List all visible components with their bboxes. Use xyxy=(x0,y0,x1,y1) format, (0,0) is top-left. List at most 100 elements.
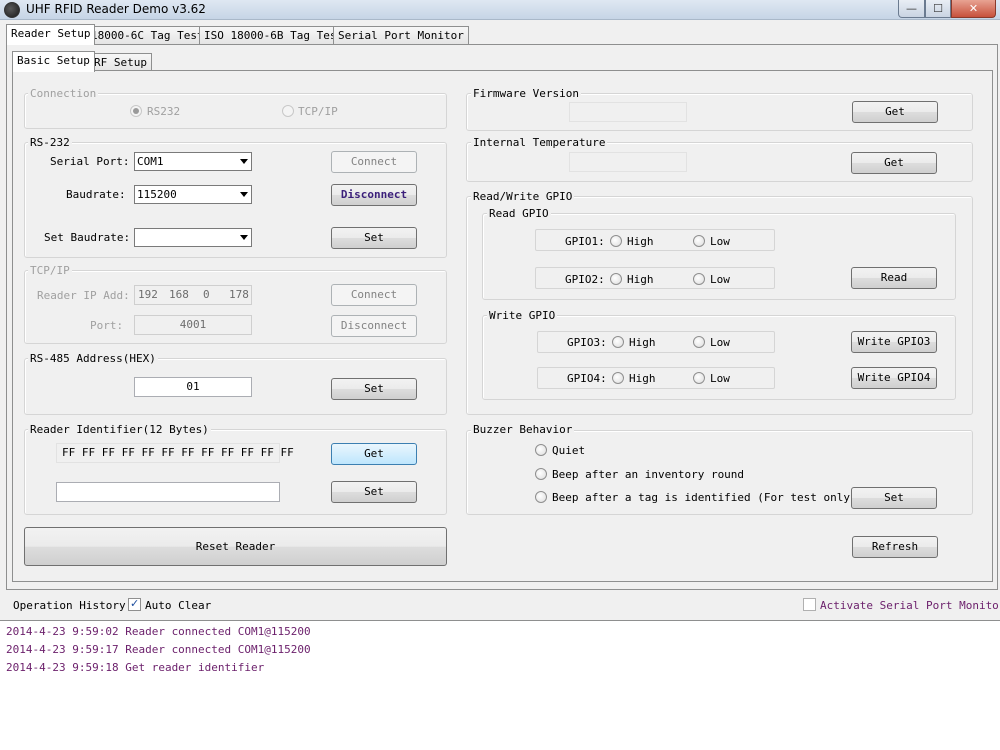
tcp-disconnect-button[interactable]: Disconnect xyxy=(331,315,417,337)
gpio2-label: GPIO2: xyxy=(565,273,605,286)
temperature-get-button[interactable]: Get xyxy=(851,152,937,174)
serial-port-select[interactable]: COM1 xyxy=(134,152,252,171)
auto-clear-checkbox[interactable] xyxy=(128,597,141,611)
connect-button[interactable]: Connect xyxy=(331,151,417,173)
serial-port-label: Serial Port: xyxy=(50,155,130,168)
firmware-legend: Firmware Version xyxy=(471,87,581,100)
chevron-down-icon xyxy=(240,159,248,164)
buzzer-quiet-radio[interactable] xyxy=(535,444,547,456)
minimize-button[interactable]: — xyxy=(898,0,925,18)
gpio1-low-label: Low xyxy=(710,235,730,248)
reader-identifier-value: FF FF FF FF FF FF FF FF FF FF FF FF xyxy=(56,443,294,463)
chevron-down-icon xyxy=(240,235,248,240)
operation-history-label: Operation History: xyxy=(13,599,133,612)
gpio4-low-radio[interactable] xyxy=(693,372,705,384)
gpio-legend: Read/Write GPIO xyxy=(471,190,575,203)
rs485-legend: RS-485 Address(HEX) xyxy=(28,352,158,365)
ip-octet-1: 192 xyxy=(138,288,158,301)
temperature-field xyxy=(569,152,687,172)
buzzer-inventory-radio[interactable] xyxy=(535,468,547,480)
buzzer-tag-radio[interactable] xyxy=(535,491,547,503)
gpio4-label: GPIO4: xyxy=(567,372,607,385)
firmware-get-button[interactable]: Get xyxy=(852,101,938,123)
set-baudrate-select[interactable] xyxy=(134,228,252,247)
log-line: 2014-4-23 9:59:17 Reader connected COM1@… xyxy=(6,643,311,656)
gpio4-low-label: Low xyxy=(710,372,730,385)
identifier-set-button[interactable]: Set xyxy=(331,481,417,503)
buzzer-inventory-label: Beep after an inventory round xyxy=(552,468,745,481)
identifier-input[interactable] xyxy=(56,482,280,502)
serial-port-value: COM1 xyxy=(137,155,164,168)
log-line: 2014-4-23 9:59:18 Get reader identifier xyxy=(6,661,265,674)
close-button[interactable]: ✕ xyxy=(951,0,996,18)
reader-ip-field[interactable]: 192 168 0 178 xyxy=(134,285,252,305)
tcp-connect-button[interactable]: Connect xyxy=(331,284,417,306)
activate-monitor-checkbox[interactable] xyxy=(803,598,816,611)
activate-monitor-label: Activate Serial Port Monitor xyxy=(820,599,1000,612)
gpio2-high-radio[interactable] xyxy=(610,273,622,285)
gpio3-high-radio[interactable] xyxy=(612,336,624,348)
operation-history-log[interactable]: 2014-4-23 9:59:02 Reader connected COM1@… xyxy=(0,620,1000,750)
set-baudrate-button[interactable]: Set xyxy=(331,227,417,249)
read-gpio-legend: Read GPIO xyxy=(487,207,551,220)
write-gpio3-button[interactable]: Write GPIO3 xyxy=(851,331,937,353)
gpio1-label: GPIO1: xyxy=(565,235,605,248)
tcpip-radio[interactable] xyxy=(282,105,294,117)
tcpip-legend: TCP/IP xyxy=(28,264,72,277)
gpio3-low-radio[interactable] xyxy=(693,336,705,348)
connection-legend: Connection xyxy=(28,87,99,100)
gpio2-high-label: High xyxy=(627,273,654,286)
rs485-set-button[interactable]: Set xyxy=(331,378,417,400)
rs232-radio[interactable] xyxy=(130,105,142,117)
port-label: Port: xyxy=(90,319,124,332)
gpio4-high-label: High xyxy=(629,372,656,385)
buzzer-set-button[interactable]: Set xyxy=(851,487,937,509)
chevron-down-icon xyxy=(240,192,248,197)
port-field[interactable]: 4001 xyxy=(134,315,252,335)
rs485-address-field[interactable]: 01 xyxy=(134,377,252,397)
window-title: UHF RFID Reader Demo v3.62 xyxy=(26,2,206,16)
gpio4-high-radio[interactable] xyxy=(612,372,624,384)
read-gpio-button[interactable]: Read xyxy=(851,267,937,289)
ip-octet-4: 178 xyxy=(229,288,249,301)
write-gpio4-button[interactable]: Write GPIO4 xyxy=(851,367,937,389)
reader-identifier-legend: Reader Identifier(12 Bytes) xyxy=(28,423,211,436)
gpio1-low-radio[interactable] xyxy=(693,235,705,247)
firmware-version-field xyxy=(569,102,687,122)
tab-basic-setup[interactable]: Basic Setup xyxy=(12,51,95,72)
baudrate-value: 115200 xyxy=(137,188,177,201)
gpio2-low-label: Low xyxy=(710,273,730,286)
gpio1-high-radio[interactable] xyxy=(610,235,622,247)
gpio1-high-label: High xyxy=(627,235,654,248)
gpio3-label: GPIO3: xyxy=(567,336,607,349)
gpio3-low-label: Low xyxy=(710,336,730,349)
baudrate-select[interactable]: 115200 xyxy=(134,185,252,204)
auto-clear-label: Auto Clear xyxy=(145,599,212,612)
buzzer-quiet-label: Quiet xyxy=(552,444,586,457)
ip-octet-2: 168 xyxy=(169,288,189,301)
log-line: 2014-4-23 9:59:02 Reader connected COM1@… xyxy=(6,625,311,638)
buzzer-legend: Buzzer Behavior xyxy=(471,423,575,436)
title-bar[interactable]: UHF RFID Reader Demo v3.62 — ☐ ✕ xyxy=(0,0,1000,20)
tab-iso-18000-6b-tag-test[interactable]: ISO 18000-6B Tag Test xyxy=(199,26,349,45)
app-icon xyxy=(4,2,20,18)
set-baudrate-label: Set Baudrate: xyxy=(44,231,131,244)
maximize-button[interactable]: ☐ xyxy=(925,0,951,18)
identifier-get-button[interactable]: Get xyxy=(331,443,417,465)
buzzer-tag-label: Beep after a tag is identified (For test… xyxy=(552,491,857,504)
ip-octet-3: 0 xyxy=(203,288,210,301)
refresh-button[interactable]: Refresh xyxy=(852,536,938,558)
baudrate-label: Baudrate: xyxy=(66,188,126,201)
rs232-legend: RS-232 xyxy=(28,136,72,149)
gpio2-low-radio[interactable] xyxy=(693,273,705,285)
gpio3-high-label: High xyxy=(629,336,656,349)
tab-reader-setup[interactable]: Reader Setup xyxy=(6,24,96,45)
tab-serial-port-monitor[interactable]: Serial Port Monitor xyxy=(333,26,469,45)
disconnect-button[interactable]: Disconnect xyxy=(331,184,417,206)
rs232-label: RS232 xyxy=(147,105,181,118)
reset-reader-button[interactable]: Reset Reader xyxy=(24,527,447,566)
write-gpio-legend: Write GPIO xyxy=(487,309,558,322)
tcpip-label: TCP/IP xyxy=(298,105,338,118)
tab-18000-6c-tag-test[interactable]: 18000-6C Tag Test xyxy=(86,26,209,45)
reader-ip-label: Reader IP Add: xyxy=(37,289,130,302)
